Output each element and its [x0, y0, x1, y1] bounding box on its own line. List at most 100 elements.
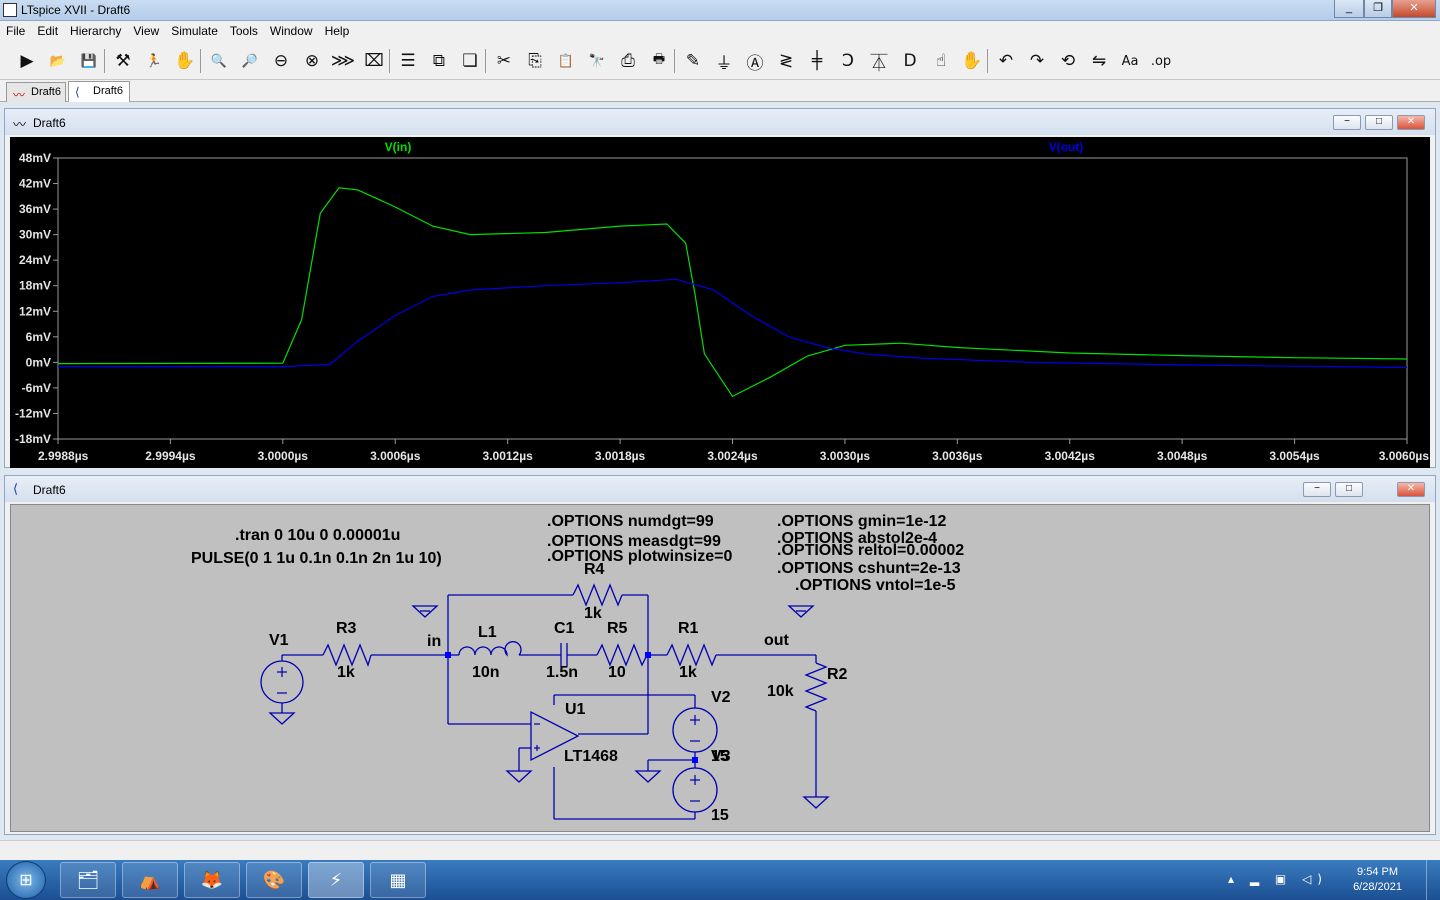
diode-icon[interactable]: ⏄: [866, 48, 892, 74]
taskbar: ⊞ 🗂 ⛺ 🦊 🎨 ⚡ ▦ ▴ ▂ ▣ ◁) 9:54 PM 6/28/2021: [0, 860, 1440, 900]
schematic-canvas[interactable]: .tran 0 10u 0 0.00001u PULSE(0 1 1u 0.1n…: [10, 504, 1430, 832]
schematic-restore-button[interactable]: □: [1335, 482, 1363, 497]
tab-schematic-draft6[interactable]: ⟨ Draft6: [68, 81, 130, 102]
r1-symbol[interactable]: [666, 643, 717, 667]
options-reltol[interactable]: .OPTIONS reltol=0.00002: [777, 542, 964, 559]
options-gmin[interactable]: .OPTIONS gmin=1e-12: [777, 513, 946, 530]
paint-icon[interactable]: 🎨: [246, 862, 302, 898]
waveform-plot-area[interactable]: 48mV 42mV 36mV 30mV 24mV 18mV 12mV 6mV 0mV -6mV -1…: [10, 137, 1430, 468]
schematic-window-title: Draft6: [33, 483, 66, 497]
run-halt-icon[interactable]: 🏃: [141, 48, 167, 74]
waveform-restore-button[interactable]: □: [1365, 115, 1393, 130]
r4-symbol[interactable]: [572, 583, 623, 607]
v1-label: V1: [269, 632, 289, 649]
firefox-icon[interactable]: 🦊: [184, 862, 240, 898]
acrobat-icon[interactable]: ⛺: [122, 862, 178, 898]
v3-symbol[interactable]: [672, 767, 718, 813]
schematic-close-button[interactable]: ✕: [1397, 482, 1425, 497]
title-bar: LTspice XVII - Draft6 _ ❐ ✕: [0, 0, 1440, 21]
x-tick-label: 3.0060µs: [1379, 449, 1430, 463]
v3-value: 15: [711, 807, 729, 824]
toolbar-separator: [389, 49, 390, 73]
minimize-button[interactable]: _: [1334, 0, 1364, 18]
zoom-full-icon[interactable]: 🔎: [237, 48, 263, 74]
options-cshunt[interactable]: .OPTIONS cshunt=2e-13: [777, 560, 961, 577]
schematic-minimize-button[interactable]: −: [1303, 482, 1331, 497]
resistor-icon[interactable]: ≷: [773, 48, 799, 74]
menu-window[interactable]: Window: [264, 21, 319, 38]
r2-value: 10k: [767, 683, 794, 700]
autorange-icon[interactable]: ⋙: [330, 48, 356, 74]
y-tick-label: -12mV: [15, 406, 51, 420]
cut-icon[interactable]: ✂: [491, 48, 517, 74]
copy-icon[interactable]: ⎘: [522, 48, 548, 74]
clock[interactable]: 9:54 PM 6/28/2021: [1353, 865, 1402, 895]
delete-trace-icon[interactable]: ⌧: [361, 48, 387, 74]
menu-help[interactable]: Help: [319, 21, 356, 38]
inductor-icon[interactable]: Ↄ: [835, 48, 861, 74]
start-button[interactable]: ⊞: [6, 861, 46, 899]
run-icon[interactable]: ▶: [14, 48, 40, 74]
cascade-icon[interactable]: ❏: [457, 48, 483, 74]
options-vntol[interactable]: .OPTIONS vntol=1e-5: [795, 577, 956, 594]
open-icon[interactable]: 📂: [45, 48, 71, 74]
options-numdgt[interactable]: .OPTIONS numdgt=99: [547, 513, 714, 530]
draw-wire-icon[interactable]: ✎: [680, 48, 706, 74]
net-in-label: in: [427, 633, 441, 650]
pan-icon[interactable]: ✋: [172, 48, 198, 74]
capacitor-icon[interactable]: ╪: [804, 48, 830, 74]
move-icon[interactable]: ☝: [928, 48, 954, 74]
tab-waveform-draft6[interactable]: 〰 Draft6: [6, 82, 66, 102]
ground-icon[interactable]: ⏚: [711, 48, 737, 74]
system-tray[interactable]: ▴ ▂ ▣ ◁): [1228, 872, 1328, 886]
v2-symbol[interactable]: [672, 707, 718, 753]
control-panel-icon[interactable]: ⚒: [110, 48, 136, 74]
save-icon[interactable]: 💾: [76, 48, 102, 74]
text-icon[interactable]: Aa: [1117, 48, 1143, 74]
options-plotwinsize[interactable]: .OPTIONS plotwinsize=0: [547, 548, 732, 565]
redo-icon[interactable]: ↷: [1024, 48, 1050, 74]
show-desktop-button[interactable]: [1426, 860, 1440, 900]
maximize-button[interactable]: ❐: [1364, 0, 1392, 18]
rotate-icon[interactable]: ⟲: [1055, 48, 1081, 74]
tile-vertical-icon[interactable]: ⧉: [426, 48, 452, 74]
menu-hierarchy[interactable]: Hierarchy: [64, 21, 127, 38]
x-tick-label: 3.0018µs: [595, 449, 646, 463]
l1-symbol[interactable]: [458, 641, 522, 657]
series-line-1: [58, 278, 1408, 369]
menu-simulate[interactable]: Simulate: [165, 21, 224, 38]
mirror-icon[interactable]: ⇋: [1086, 48, 1112, 74]
spice-directive-icon[interactable]: .op: [1148, 48, 1174, 74]
x-tick-label: 2.9988µs: [38, 449, 89, 463]
label-net-icon[interactable]: Ⓐ: [742, 48, 768, 74]
undo-icon[interactable]: ↶: [993, 48, 1019, 74]
net-out-label: out: [764, 632, 790, 649]
zoom-cancel-icon[interactable]: ⊗: [299, 48, 325, 74]
pulse-source-value[interactable]: PULSE(0 1 1u 0.1n 0.1n 2n 1u 10): [191, 550, 442, 567]
menu-file[interactable]: File: [0, 21, 31, 38]
find-icon[interactable]: 🔭: [584, 48, 610, 74]
calculator-icon[interactable]: ▦: [370, 862, 426, 898]
menu-tools[interactable]: Tools: [224, 21, 264, 38]
close-button[interactable]: ✕: [1392, 0, 1436, 18]
drag-icon[interactable]: ✋: [959, 48, 985, 74]
c1-label: C1: [554, 620, 575, 637]
zoom-out-icon[interactable]: ⊖: [268, 48, 294, 74]
tile-horizontal-icon[interactable]: ☰: [395, 48, 421, 74]
r2-symbol[interactable]: [804, 662, 828, 712]
paste-icon[interactable]: 📋: [553, 48, 579, 74]
component-icon[interactable]: D: [897, 48, 923, 74]
tran-directive[interactable]: .tran 0 10u 0 0.00001u: [235, 527, 400, 544]
r3-symbol[interactable]: [322, 643, 372, 667]
explorer-icon[interactable]: 🗂: [60, 862, 116, 898]
menu-view[interactable]: View: [127, 21, 165, 38]
waveform-minimize-button[interactable]: −: [1333, 115, 1361, 130]
waveform-window: 〰 Draft6 − □ ✕ 48mV 42mV 36mV 30mV 24mV 18mV 1…: [4, 108, 1436, 468]
print-preview-icon[interactable]: ⎙: [615, 48, 641, 74]
waveform-close-button[interactable]: ✕: [1397, 115, 1425, 130]
r5-symbol[interactable]: [596, 643, 648, 667]
print-icon[interactable]: 🖶: [646, 48, 672, 74]
menu-edit[interactable]: Edit: [31, 21, 64, 38]
ltspice-icon[interactable]: ⚡: [308, 862, 364, 898]
zoom-in-icon[interactable]: 🔍: [206, 48, 232, 74]
